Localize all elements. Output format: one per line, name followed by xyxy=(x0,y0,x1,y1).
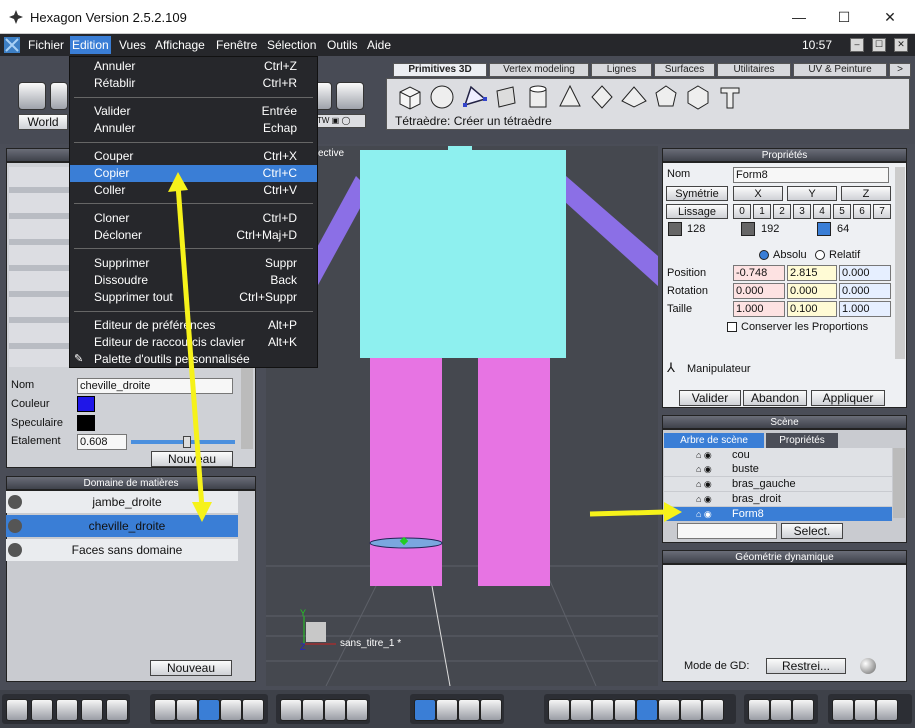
red-grid-icon[interactable] xyxy=(220,699,242,721)
wireframe-icon[interactable] xyxy=(548,699,570,721)
smooth-shade-icon[interactable] xyxy=(614,699,636,721)
layout-three-icon[interactable] xyxy=(56,699,78,721)
lighting-icon[interactable] xyxy=(680,699,702,721)
orbit-icon[interactable] xyxy=(346,699,368,721)
annotation-overlay xyxy=(168,172,682,522)
layout-grid-icon[interactable] xyxy=(106,699,128,721)
gear-icon[interactable] xyxy=(832,699,854,721)
rotate-icon[interactable] xyxy=(458,699,480,721)
pan-icon[interactable] xyxy=(302,699,324,721)
light-options-icon[interactable] xyxy=(792,699,814,721)
layout-split-icon[interactable] xyxy=(31,699,53,721)
snap-icon[interactable] xyxy=(748,699,770,721)
camera-icon[interactable] xyxy=(876,699,898,721)
symmetry-view-icon[interactable] xyxy=(770,699,792,721)
hidden-line-icon[interactable] xyxy=(570,699,592,721)
box-icon[interactable] xyxy=(854,699,876,721)
scale-icon[interactable] xyxy=(480,699,502,721)
grid-active-icon[interactable] xyxy=(198,699,220,721)
display-grid-icon[interactable] xyxy=(242,699,264,721)
grid-icon[interactable] xyxy=(154,699,176,721)
layout-single-icon[interactable] xyxy=(6,699,28,721)
universal-manipulator-icon[interactable] xyxy=(414,699,436,721)
sphere-shade-icon[interactable] xyxy=(658,699,680,721)
flat-shade-icon[interactable] xyxy=(592,699,614,721)
textured-shade-icon[interactable] xyxy=(636,699,658,721)
zoom-icon[interactable] xyxy=(324,699,346,721)
move-icon[interactable] xyxy=(436,699,458,721)
zoom-extents-icon[interactable] xyxy=(280,699,302,721)
render-icon[interactable] xyxy=(702,699,724,721)
brush-display-icon[interactable] xyxy=(176,699,198,721)
layout-quad-icon[interactable] xyxy=(81,699,103,721)
